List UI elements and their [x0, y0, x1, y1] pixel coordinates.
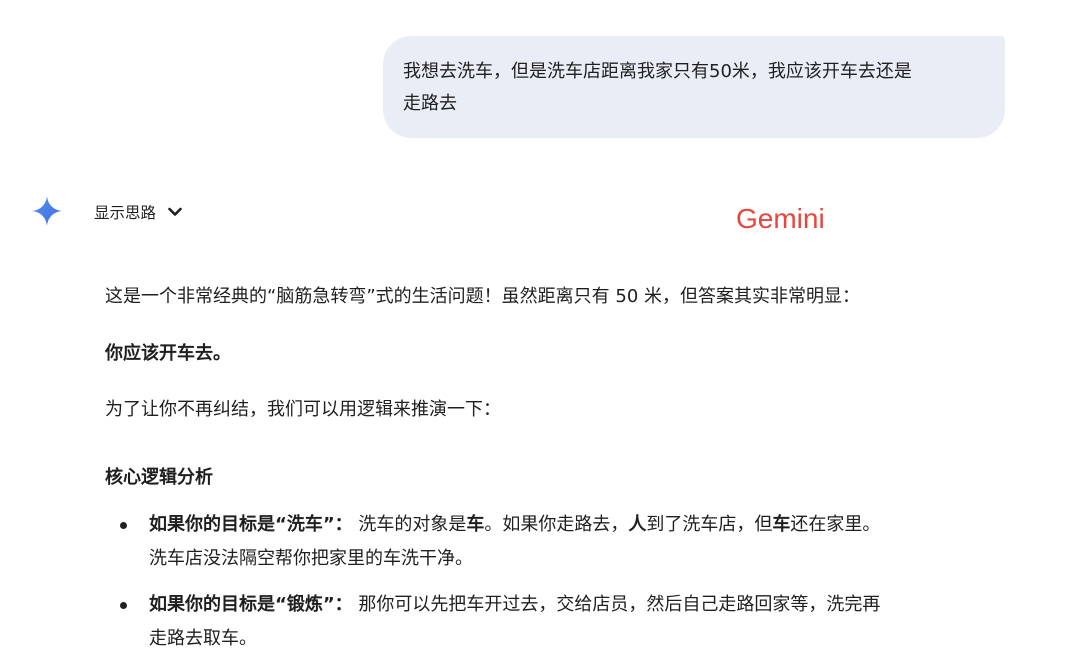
list-item-line: 如果你的目标是“锻炼”： 那你可以先把车开过去，交给店员，然后自己走路回家等，洗…	[149, 588, 1000, 622]
bullet-dot	[120, 602, 127, 609]
section-heading: 核心逻辑分析	[105, 467, 213, 488]
analysis-list: 如果你的目标是“洗车”： 洗车的对象是车。如果你走路去，人到了洗车店，但车还在家…	[120, 508, 1000, 668]
gemini-brand-label: Gemini	[736, 203, 825, 234]
response-lead: 为了让你不再纠结，我们可以用逻辑来推演一下：	[105, 399, 501, 420]
user-message-line: 我想去洗车，但是洗车店距离我家只有50米，我应该开车去还是	[403, 61, 912, 82]
list-item: 如果你的目标是“洗车”： 洗车的对象是车。如果你走路去，人到了洗车店，但车还在家…	[120, 508, 1000, 576]
emphasis: 车	[772, 514, 791, 535]
user-message-line: 走路去	[403, 93, 457, 114]
list-item-line: 走路去取车。	[149, 628, 257, 649]
list-text: 洗车的对象是	[352, 514, 467, 535]
list-item: 如果你的目标是“锻炼”： 那你可以先把车开过去，交给店员，然后自己走路回家等，洗…	[120, 588, 1000, 656]
list-text: 到了洗车店，但	[646, 514, 773, 535]
emphasis: 人	[628, 514, 647, 535]
response-intro: 这是一个非常经典的“脑筋急转弯”式的生活问题！虽然距离只有 50 米，但答案其实…	[105, 286, 860, 307]
show-thinking-toggle[interactable]: 显示思路	[94, 200, 182, 224]
list-text: 那你可以先把车开过去，交给店员，然后自己走路回家等，洗完再	[352, 594, 881, 615]
show-thinking-label: 显示思路	[94, 204, 157, 222]
list-text: 。如果你走路去，	[484, 514, 629, 535]
list-item-title: 如果你的目标是“洗车”：	[149, 514, 353, 535]
list-item-line: 洗车店没法隔空帮你把家里的车洗干净。	[149, 548, 473, 569]
response-answer: 你应该开车去。	[105, 343, 231, 364]
user-message-bubble: 我想去洗车，但是洗车店距离我家只有50米，我应该开车去还是 走路去	[383, 36, 1005, 138]
list-text: 还在家里。	[790, 514, 881, 535]
list-item-line: 如果你的目标是“洗车”： 洗车的对象是车。如果你走路去，人到了洗车店，但车还在家…	[149, 508, 1000, 542]
emphasis: 车	[466, 514, 485, 535]
list-item-title: 如果你的目标是“锻炼”：	[149, 594, 353, 615]
bullet-dot	[120, 522, 127, 529]
chevron-down-icon	[168, 207, 182, 216]
gemini-sparkle-icon	[32, 196, 62, 226]
